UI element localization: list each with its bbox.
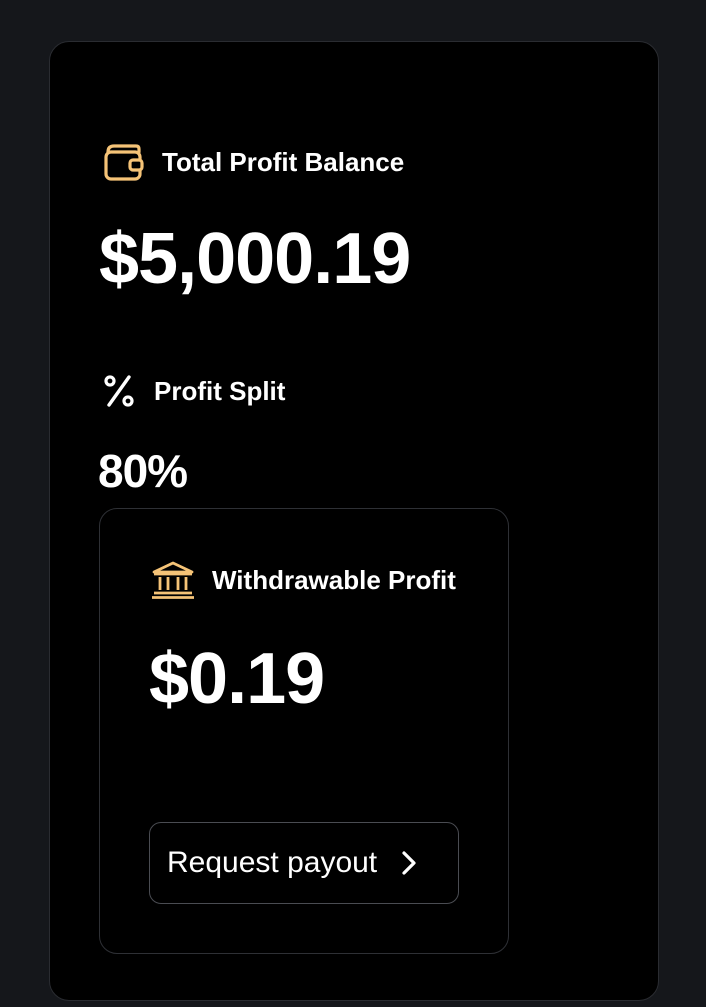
- total-profit-value: $5,000.19: [99, 219, 411, 299]
- profit-split-header: Profit Split: [102, 372, 285, 410]
- total-profit-header: Total Profit Balance: [102, 140, 404, 184]
- chevron-right-icon: [397, 849, 421, 877]
- request-payout-button[interactable]: Request payout: [149, 822, 459, 904]
- request-payout-label: Request payout: [167, 846, 378, 879]
- withdrawable-card: Withdrawable Profit $0.19 Request payout: [99, 508, 509, 954]
- withdrawable-value: $0.19: [149, 639, 325, 719]
- profit-card: Total Profit Balance $5,000.19 Profit Sp…: [49, 41, 659, 1001]
- withdrawable-header: Withdrawable Profit: [150, 560, 456, 600]
- wallet-icon: [102, 140, 146, 184]
- profit-split-label: Profit Split: [154, 375, 286, 406]
- percent-icon: [102, 372, 136, 410]
- bank-icon: [150, 560, 196, 600]
- profit-split-value: 80%: [98, 445, 188, 497]
- withdrawable-label: Withdrawable Profit: [212, 564, 456, 595]
- total-profit-label: Total Profit Balance: [162, 146, 405, 177]
